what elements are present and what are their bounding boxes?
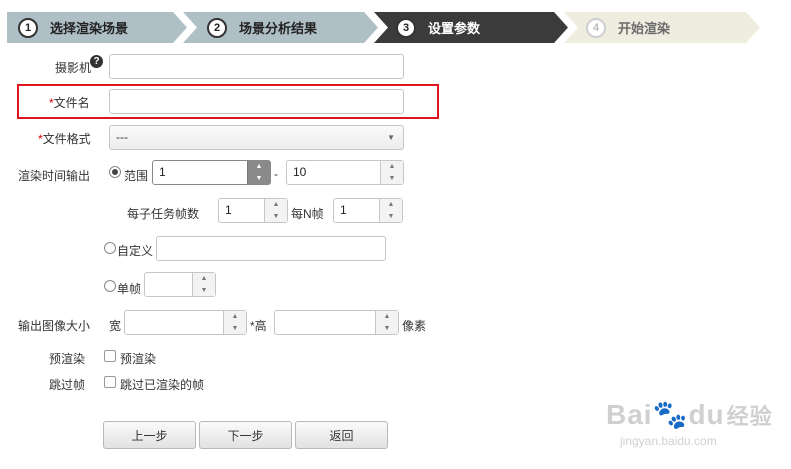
back-button[interactable]: 返回 bbox=[295, 421, 388, 449]
up-arrow-icon[interactable]: ▲ bbox=[389, 163, 396, 170]
up-arrow-icon[interactable]: ▲ bbox=[256, 163, 263, 170]
skip-label: 跳过帧 bbox=[49, 378, 86, 392]
pixel-label: 像素 bbox=[402, 319, 427, 333]
frames-per-task-stepper[interactable]: 1 ▲ ▼ bbox=[218, 198, 288, 223]
stepper-buttons[interactable]: ▲ ▼ bbox=[223, 311, 246, 334]
every-n-label: 每N帧 bbox=[291, 207, 324, 221]
custom-radio[interactable] bbox=[104, 242, 116, 254]
filename-input[interactable] bbox=[109, 89, 404, 114]
step-start-render[interactable]: 4 开始渲染 bbox=[564, 12, 760, 43]
step-select-scene[interactable]: 1 选择渲染场景 bbox=[7, 12, 187, 43]
width-label: 宽 bbox=[109, 319, 122, 333]
down-arrow-icon[interactable]: ▼ bbox=[232, 325, 239, 332]
step-number: 2 bbox=[207, 18, 227, 38]
step-set-params[interactable]: 3 设置参数 bbox=[374, 12, 568, 43]
width-stepper[interactable]: ▲ ▼ bbox=[124, 310, 247, 335]
frames-per-task-label: 每子任务帧数 bbox=[127, 207, 200, 221]
up-arrow-icon[interactable]: ▲ bbox=[201, 275, 208, 282]
watermark-logo: Bai🐾du经验 bbox=[606, 398, 773, 431]
watermark-brand-cn: 经验 bbox=[726, 404, 773, 429]
watermark-url: jingyan.baidu.com bbox=[620, 434, 717, 448]
step-scene-analysis[interactable]: 2 场景分析结果 bbox=[183, 12, 378, 43]
filename-label: *文件名 bbox=[49, 94, 90, 111]
custom-input[interactable] bbox=[156, 236, 386, 261]
range-radio[interactable] bbox=[109, 166, 121, 178]
range-from-value: 1 bbox=[159, 165, 166, 179]
down-arrow-icon[interactable]: ▼ bbox=[388, 213, 395, 220]
step-number: 4 bbox=[586, 18, 606, 38]
custom-label: 自定义 bbox=[117, 244, 154, 258]
camera-input[interactable] bbox=[109, 54, 404, 79]
range-label: 范围 bbox=[124, 169, 149, 183]
step-label: 开始渲染 bbox=[618, 21, 671, 36]
watermark-brand-2: du bbox=[688, 399, 725, 430]
prerender-checkbox-label: 预渲染 bbox=[120, 352, 157, 366]
paw-icon: 🐾 bbox=[652, 399, 689, 430]
frames-per-task-value: 1 bbox=[225, 203, 232, 217]
chevron-down-icon: ▼ bbox=[387, 133, 395, 142]
up-arrow-icon[interactable]: ▲ bbox=[273, 201, 280, 208]
height-label: *高 bbox=[250, 317, 267, 334]
skip-checkbox[interactable] bbox=[104, 376, 116, 388]
render-time-label: 渲染时间输出 bbox=[18, 169, 91, 183]
step-number: 1 bbox=[18, 18, 38, 38]
every-n-stepper[interactable]: 1 ▲ ▼ bbox=[333, 198, 403, 223]
stepper-buttons[interactable]: ▲ ▼ bbox=[380, 161, 403, 184]
next-button[interactable]: 下一步 bbox=[199, 421, 292, 449]
format-label-text: 文件格式 bbox=[42, 132, 91, 146]
prerender-label: 预渲染 bbox=[49, 352, 86, 366]
single-radio[interactable] bbox=[104, 280, 116, 292]
range-to-stepper[interactable]: 10 ▲ ▼ bbox=[286, 160, 404, 185]
range-separator: - bbox=[274, 167, 278, 181]
step-label: 场景分析结果 bbox=[239, 21, 318, 36]
stepper-buttons[interactable]: ▲ ▼ bbox=[264, 199, 287, 222]
down-arrow-icon[interactable]: ▼ bbox=[384, 325, 391, 332]
up-arrow-icon[interactable]: ▲ bbox=[232, 313, 239, 320]
filename-label-text: 文件名 bbox=[53, 96, 90, 110]
camera-label: 摄影机 bbox=[55, 61, 92, 75]
down-arrow-icon[interactable]: ▼ bbox=[256, 175, 263, 182]
height-label-text: 高 bbox=[254, 319, 267, 333]
help-icon[interactable]: ? bbox=[90, 55, 103, 68]
skip-checkbox-label: 跳过已渲染的帧 bbox=[120, 378, 205, 392]
stepper-buttons[interactable]: ▲ ▼ bbox=[375, 311, 398, 334]
range-to-value: 10 bbox=[293, 165, 307, 179]
every-n-value: 1 bbox=[340, 203, 347, 217]
format-select-value: --- bbox=[116, 130, 128, 144]
watermark-brand: Bai bbox=[606, 399, 653, 430]
output-size-label: 输出图像大小 bbox=[18, 319, 91, 333]
down-arrow-icon[interactable]: ▼ bbox=[273, 213, 280, 220]
stepper-buttons[interactable]: ▲ ▼ bbox=[192, 273, 215, 296]
step-label: 设置参数 bbox=[428, 21, 481, 36]
stepper-buttons[interactable]: ▲ ▼ bbox=[379, 199, 402, 222]
prerender-checkbox[interactable] bbox=[104, 350, 116, 362]
up-arrow-icon[interactable]: ▲ bbox=[388, 201, 395, 208]
down-arrow-icon[interactable]: ▼ bbox=[389, 175, 396, 182]
stepper-buttons[interactable]: ▲ ▼ bbox=[247, 161, 270, 184]
step-label: 选择渲染场景 bbox=[50, 21, 129, 36]
single-label: 单帧 bbox=[117, 282, 142, 296]
step-number: 3 bbox=[396, 18, 416, 38]
up-arrow-icon[interactable]: ▲ bbox=[384, 313, 391, 320]
format-label: *文件格式 bbox=[38, 130, 91, 147]
down-arrow-icon[interactable]: ▼ bbox=[201, 287, 208, 294]
format-select[interactable]: --- ▼ bbox=[109, 125, 404, 150]
height-stepper[interactable]: ▲ ▼ bbox=[274, 310, 399, 335]
single-frame-stepper[interactable]: ▲ ▼ bbox=[144, 272, 216, 297]
range-from-stepper[interactable]: 1 ▲ ▼ bbox=[152, 160, 271, 185]
prev-button[interactable]: 上一步 bbox=[103, 421, 196, 449]
